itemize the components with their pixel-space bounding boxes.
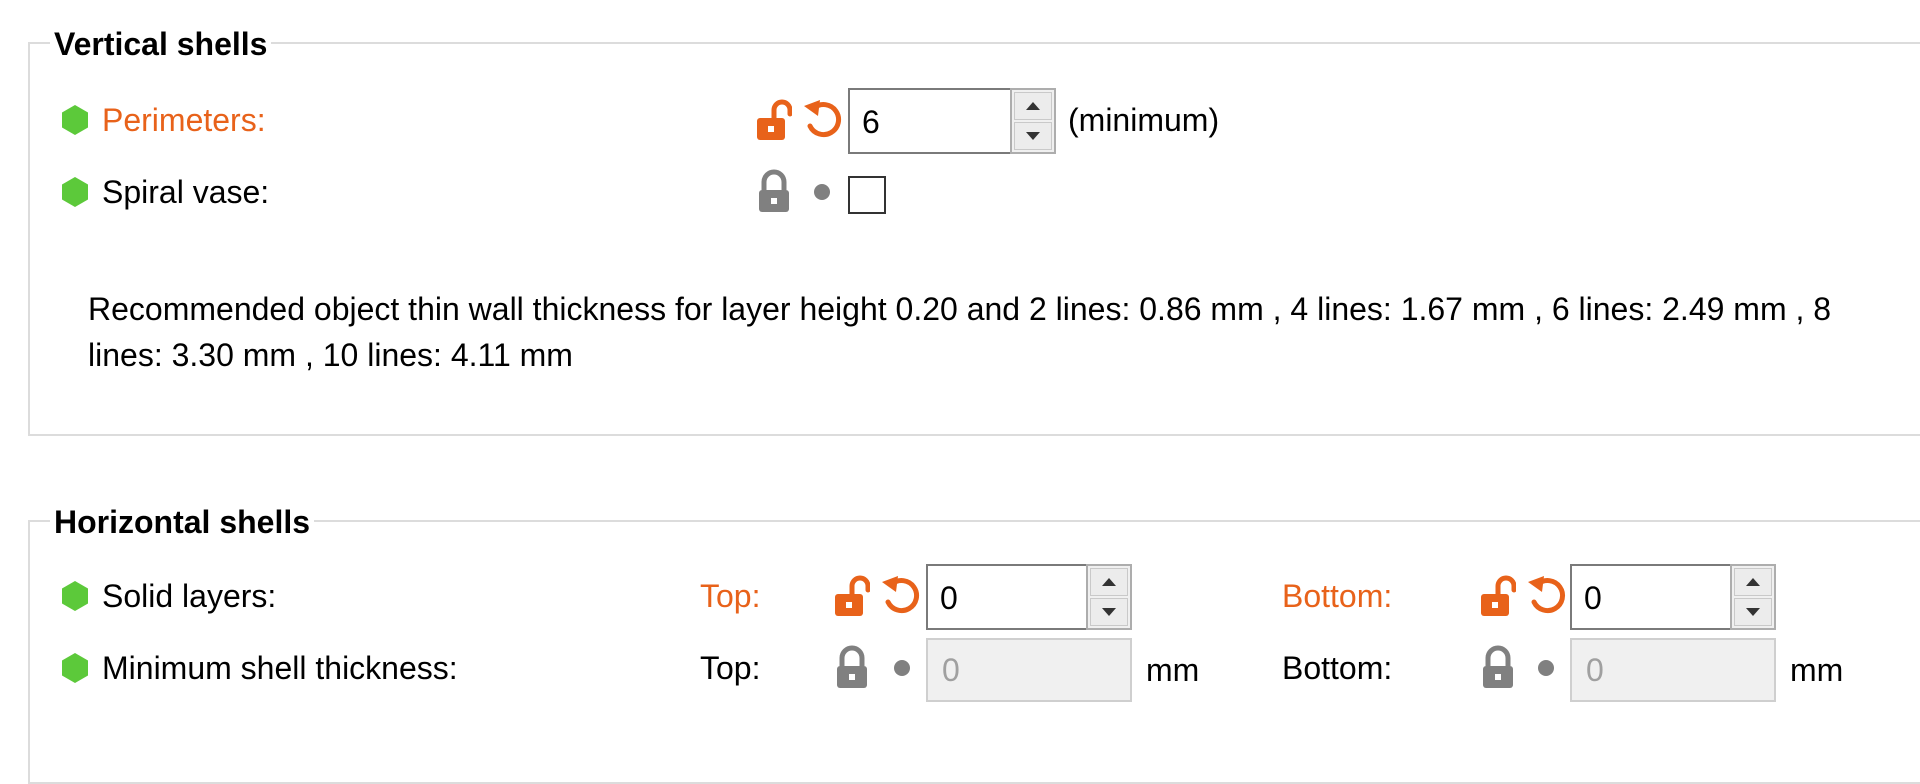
min-shell-bottom-unit: mm: [1790, 652, 1844, 688]
spin-down-button[interactable]: [1090, 598, 1128, 626]
unlocked-lock-icon[interactable]: [832, 574, 870, 618]
perimeters-suffix: (minimum): [1068, 102, 1220, 138]
perimeters-value[interactable]: 6: [862, 90, 880, 154]
undo-arrow-icon[interactable]: [1526, 574, 1568, 618]
unlocked-lock-icon[interactable]: [1478, 574, 1516, 618]
perimeters-spin-buttons[interactable]: [1010, 88, 1056, 154]
locked-lock-icon[interactable]: [756, 168, 792, 214]
vertical-shells-title: Vertical shells: [50, 24, 272, 64]
arrow-down-icon: [1746, 608, 1760, 616]
horizontal-shells-title: Horizontal shells: [50, 502, 315, 542]
arrow-down-icon: [1102, 608, 1116, 616]
solid-layers-bottom-value[interactable]: 0: [1584, 566, 1602, 630]
solid-layers-bottom-spin-buttons[interactable]: [1730, 564, 1776, 630]
solid-layers-label: Solid layers:: [102, 578, 277, 614]
thin-wall-recommendation: Recommended object thin wall thickness f…: [88, 291, 1832, 373]
bullet-dot-icon[interactable]: [812, 182, 832, 202]
min-shell-bottom-label: Bottom:: [1282, 650, 1393, 686]
spin-down-button[interactable]: [1734, 598, 1772, 626]
status-green-hexagon-icon: [62, 105, 88, 135]
bullet-dot-icon[interactable]: [892, 658, 912, 678]
min-shell-bottom-field[interactable]: 0: [1570, 638, 1776, 702]
solid-layers-bottom-spin[interactable]: 0: [1570, 564, 1776, 630]
solid-layers-top-label: Top:: [700, 578, 761, 614]
arrow-down-icon: [1026, 132, 1040, 140]
arrow-up-icon: [1746, 578, 1760, 586]
undo-arrow-icon[interactable]: [880, 574, 922, 618]
perimeters-label: Perimeters:: [102, 102, 266, 138]
solid-layers-top-spin-buttons[interactable]: [1086, 564, 1132, 630]
status-green-hexagon-icon: [62, 177, 88, 207]
unlocked-lock-icon[interactable]: [754, 98, 792, 142]
solid-layers-top-value[interactable]: 0: [940, 566, 958, 630]
spin-up-button[interactable]: [1014, 92, 1052, 120]
spiral-vase-label: Spiral vase:: [102, 174, 270, 210]
bullet-dot-icon[interactable]: [1536, 658, 1556, 678]
spiral-vase-checkbox[interactable]: [848, 176, 886, 214]
min-shell-top-label: Top:: [700, 650, 761, 686]
spin-down-button[interactable]: [1014, 122, 1052, 150]
arrow-up-icon: [1026, 102, 1040, 110]
status-green-hexagon-icon: [62, 581, 88, 611]
status-green-hexagon-icon: [62, 653, 88, 683]
solid-layers-top-spin[interactable]: 0: [926, 564, 1132, 630]
min-shell-top-field[interactable]: 0: [926, 638, 1132, 702]
min-shell-top-unit: mm: [1146, 652, 1200, 688]
arrow-up-icon: [1102, 578, 1116, 586]
min-shell-thickness-label: Minimum shell thickness:: [102, 650, 458, 686]
perimeters-spin-control[interactable]: 6: [848, 88, 1056, 154]
min-shell-top-value[interactable]: 0: [942, 640, 960, 700]
solid-layers-bottom-label: Bottom:: [1282, 578, 1393, 614]
locked-lock-icon[interactable]: [834, 644, 870, 690]
min-shell-bottom-value[interactable]: 0: [1586, 640, 1604, 700]
spin-up-button[interactable]: [1734, 568, 1772, 596]
undo-arrow-icon[interactable]: [802, 98, 844, 142]
locked-lock-icon[interactable]: [1480, 644, 1516, 690]
spin-up-button[interactable]: [1090, 568, 1128, 596]
